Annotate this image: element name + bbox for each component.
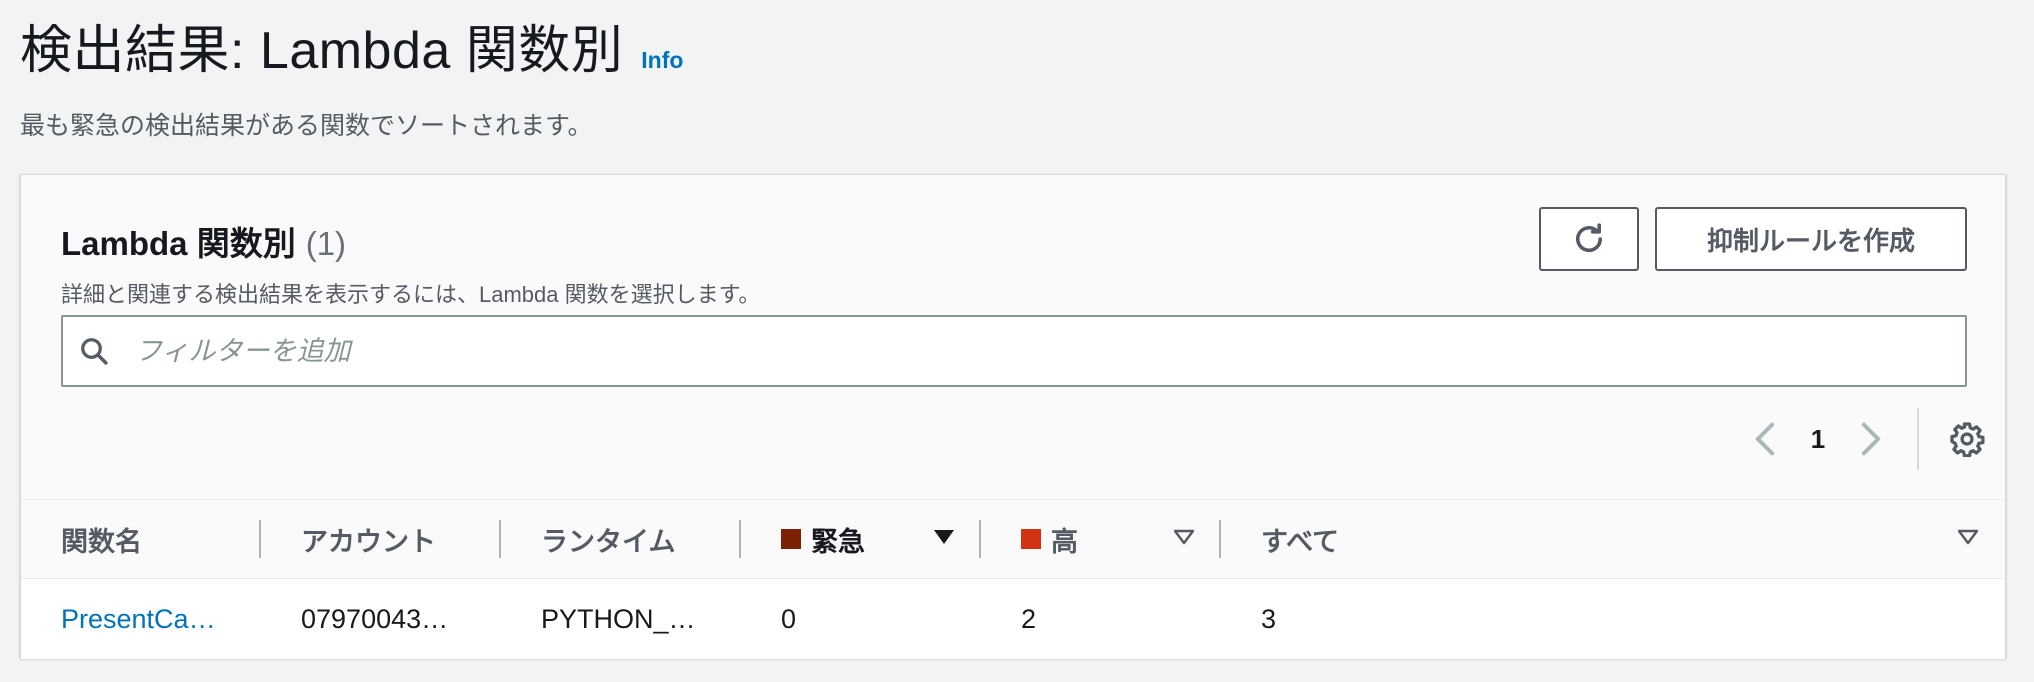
table-row[interactable]: PresentCa… 07970043… PYTHON_… 0 2 3 [21, 579, 2005, 659]
column-header-label: 関数名 [61, 526, 142, 557]
panel-description: 詳細と関連する検出結果を表示するには、Lambda 関数を選択します。 [61, 282, 761, 307]
account-cell: 07970043… [301, 603, 449, 634]
column-header-label: 高 [1051, 526, 1078, 557]
column-header-label: すべて [1261, 526, 1340, 557]
search-icon [77, 334, 111, 368]
sort-descending-icon [934, 530, 954, 544]
panel-count: (1) [305, 225, 347, 262]
column-header-critical[interactable]: 緊急 [741, 500, 981, 578]
pagination-divider [1917, 408, 1919, 470]
table-header-row: 関数名 アカウント ランタイム 緊急 高 すべて [21, 499, 2005, 579]
column-header-label: アカウント [301, 526, 436, 557]
column-header-runtime[interactable]: ランタイム [501, 500, 741, 578]
page-title: 検出結果: Lambda 関数別 [20, 22, 624, 80]
runtime-cell: PYTHON_… [541, 603, 696, 634]
critical-count-cell: 0 [781, 603, 797, 634]
next-page-button[interactable] [1847, 415, 1895, 463]
lambda-functions-table: 関数名 アカウント ランタイム 緊急 高 すべて PresentCa… 0797… [21, 499, 2005, 659]
critical-severity-square [781, 529, 801, 549]
column-header-function-name[interactable]: 関数名 [21, 500, 261, 578]
sort-icon [1173, 529, 1195, 545]
chevron-right-icon [1861, 422, 1881, 456]
page-description: 最も緊急の検出結果がある関数でソートされます。 [20, 112, 593, 140]
refresh-icon [1575, 223, 1603, 253]
pagination: 1 [1741, 401, 1991, 477]
sort-icon [1957, 529, 1979, 545]
column-header-high[interactable]: 高 [981, 500, 1221, 578]
function-name-link[interactable]: PresentCa… [61, 604, 216, 634]
filter-box[interactable] [61, 315, 1967, 387]
panel-header: Lambda 関数別 (1) 詳細と関連する検出結果を表示するには、Lambda … [61, 217, 760, 309]
table-preferences-button[interactable] [1943, 415, 1991, 463]
all-count-cell: 3 [1261, 603, 1277, 634]
panel-title-row: Lambda 関数別 (1) [61, 217, 760, 265]
page-header: 検出結果: Lambda 関数別 Info 最も緊急の検出結果がある関数でソート… [20, 18, 683, 142]
title-row: 検出結果: Lambda 関数別 Info [20, 18, 683, 84]
high-count-cell: 2 [1021, 603, 1037, 634]
gear-icon [1950, 422, 1985, 457]
column-header-all[interactable]: すべて [1221, 500, 2005, 578]
table-body: PresentCa… 07970043… PYTHON_… 0 2 3 [21, 579, 2005, 659]
refresh-button[interactable] [1539, 207, 1639, 271]
column-header-label: ランタイム [541, 526, 676, 557]
previous-page-button[interactable] [1741, 415, 1789, 463]
lambda-functions-panel: Lambda 関数別 (1) 詳細と関連する検出結果を表示するには、Lambda … [20, 174, 2006, 659]
create-suppression-rule-button[interactable]: 抑制ルールを作成 [1655, 207, 1967, 271]
chevron-left-icon [1755, 422, 1775, 456]
filter-input[interactable] [133, 320, 1917, 382]
column-header-label: 緊急 [811, 526, 865, 557]
high-severity-square [1021, 529, 1041, 549]
function-name-cell: PresentCa… [21, 604, 261, 635]
panel-title: Lambda 関数別 [61, 225, 296, 262]
info-link[interactable]: Info [641, 47, 683, 74]
current-page-number[interactable]: 1 [1789, 424, 1847, 455]
column-header-account[interactable]: アカウント [261, 500, 501, 578]
